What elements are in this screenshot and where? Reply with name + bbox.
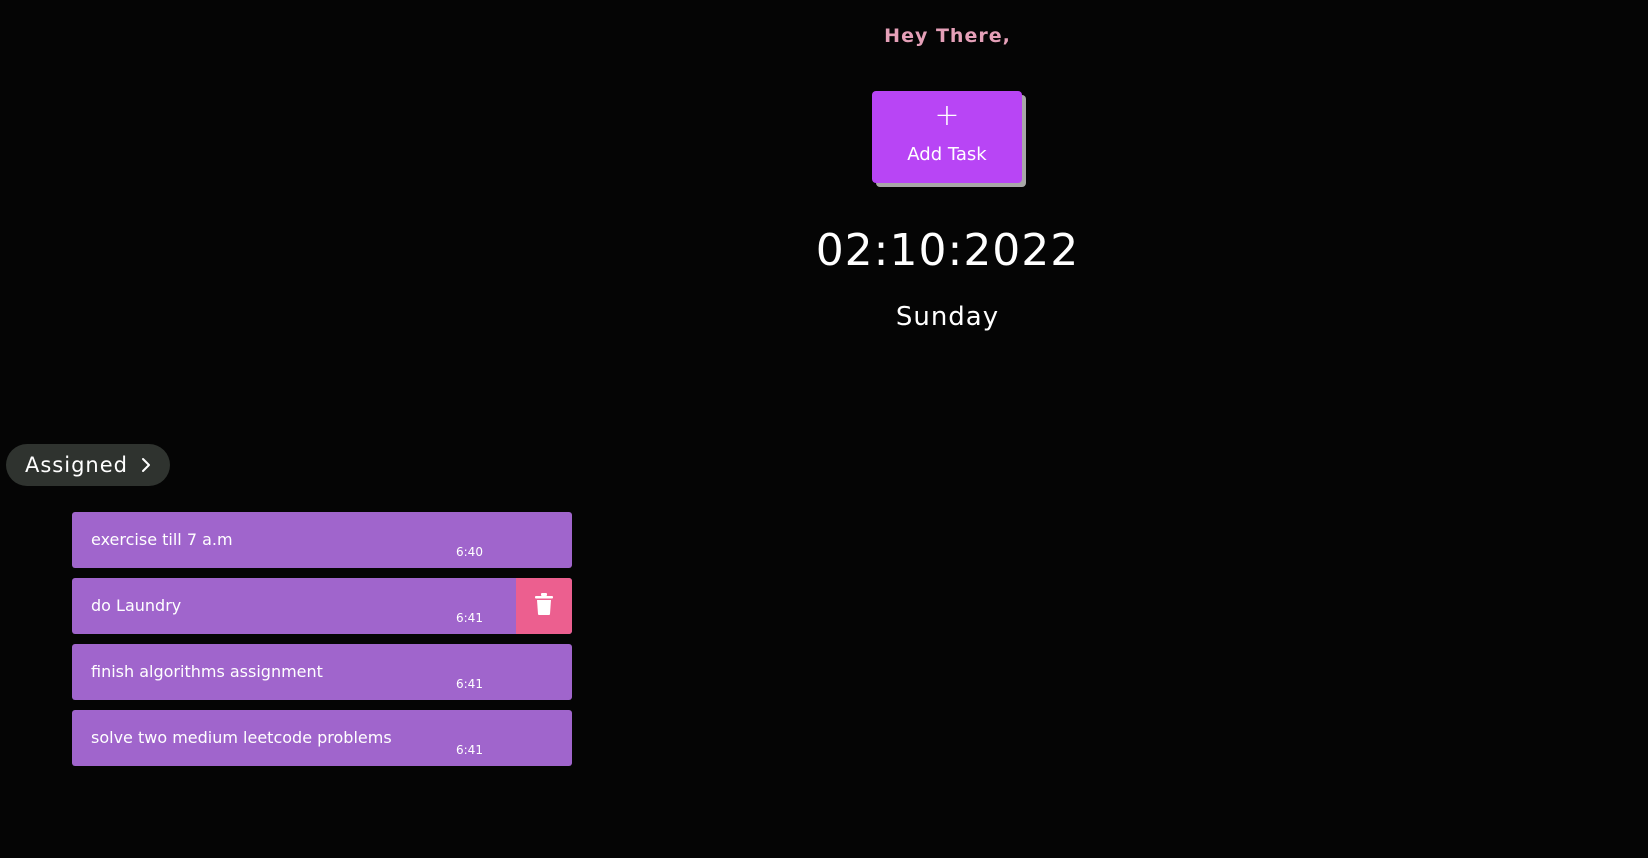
task-list: exercise till 7 a.m 6:40 do Laundry 6:41…	[72, 512, 572, 776]
task-item[interactable]: do Laundry 6:41	[72, 578, 572, 634]
weekday-display: Sunday	[895, 302, 1000, 332]
task-title: solve two medium leetcode problems	[91, 728, 392, 747]
task-title: do Laundry	[91, 596, 182, 615]
date-display: 02:10:2022	[815, 225, 1080, 276]
task-time: 6:41	[456, 677, 483, 691]
assigned-label: Assigned	[25, 453, 128, 477]
assigned-section-toggle[interactable]: Assigned	[6, 444, 170, 486]
task-title: exercise till 7 a.m	[91, 530, 233, 549]
task-time: 6:40	[456, 545, 483, 559]
task-title: finish algorithms assignment	[91, 662, 323, 681]
greeting-text: Hey There,	[884, 25, 1011, 47]
task-time: 6:41	[456, 743, 483, 757]
app-page: Hey There, + Add Task 02:10:2022 Sunday …	[0, 0, 1648, 858]
chevron-right-icon	[140, 456, 152, 474]
task-item[interactable]: solve two medium leetcode problems 6:41	[72, 710, 572, 766]
task-item[interactable]: finish algorithms assignment 6:41	[72, 644, 572, 700]
add-task-label: Add Task	[907, 144, 987, 165]
task-item[interactable]: exercise till 7 a.m 6:40	[72, 512, 572, 568]
task-time: 6:41	[456, 611, 483, 625]
delete-task-button[interactable]	[516, 578, 572, 634]
trash-icon	[535, 593, 553, 619]
add-task-button[interactable]: + Add Task	[872, 91, 1022, 183]
plus-icon: +	[934, 98, 960, 133]
